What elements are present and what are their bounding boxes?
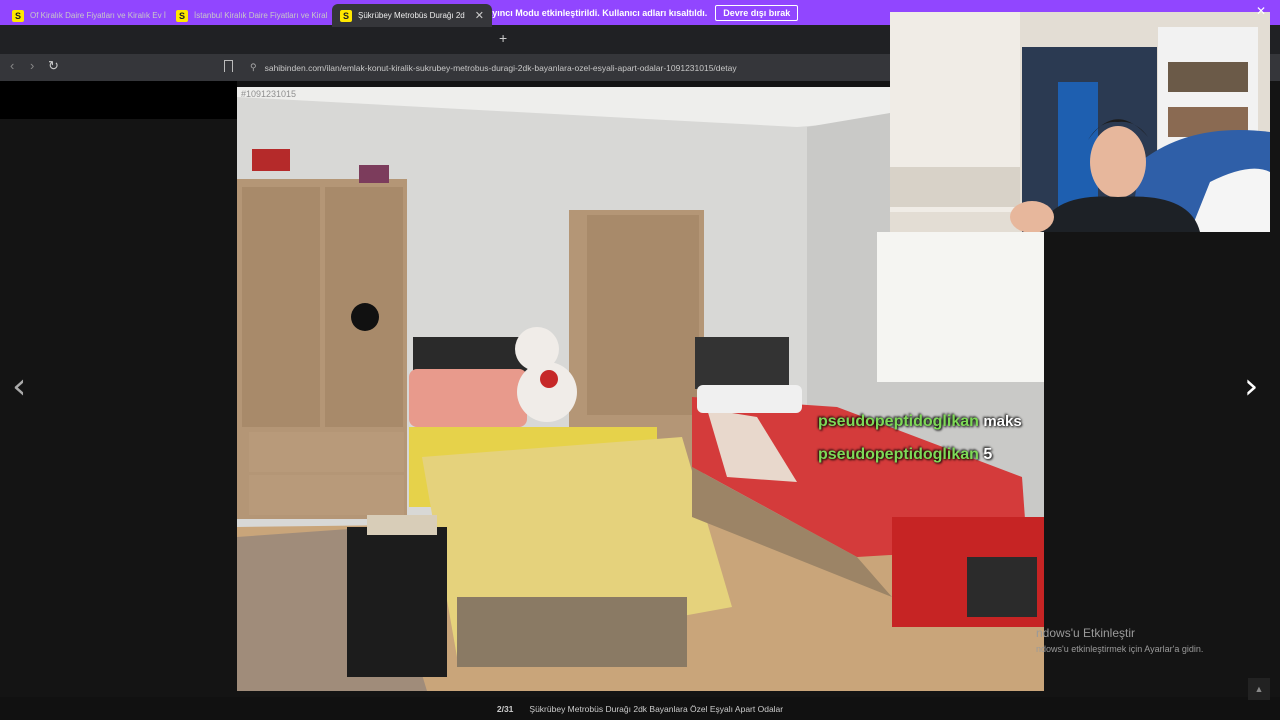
close-tab-icon[interactable]: ✕ (475, 9, 484, 22)
reload-icon[interactable]: ↻ (48, 58, 59, 74)
chat-username: pseudopeptidoglikan (818, 413, 979, 430)
photo-caption: Şükrübey Metrobüs Durağı 2dk Bayanlara Ö… (529, 703, 784, 714)
address-bar[interactable]: ⚲ sahibinden.com/ilan/emlak-konut-kirali… (250, 58, 737, 77)
sahibinden-favicon-icon: S (12, 9, 24, 22)
new-tab-icon[interactable]: + (499, 30, 507, 46)
tab-label: Şükrübey Metrobüs Durağı 2dk B (358, 11, 465, 20)
gallery-caption-bar: 2/31 Şükrübey Metrobüs Durağı 2dk Bayanl… (0, 697, 1280, 720)
windows-activation-watermark: ndows'u Etkinleştir ndows'u etkinleştirm… (1036, 626, 1203, 654)
site-info-icon[interactable]: ⚲ (250, 62, 257, 73)
chat-message: pseudopeptidoglikan 5 (818, 446, 992, 464)
chat-message: pseudopeptidoglikan maks (818, 413, 1022, 431)
url-text: sahibinden.com/ilan/emlak-konut-kiralik-… (264, 62, 737, 73)
chevron-right-icon[interactable]: › (1244, 366, 1258, 407)
tab-istanbul-kiralik[interactable]: S İstanbul Kiralık Daire Fiyatları ve Ki… (168, 4, 328, 27)
watermark-title: ndows'u Etkinleştir (1036, 626, 1135, 640)
bookmark-icon[interactable] (224, 60, 233, 72)
tab-of-kiralik[interactable]: S Of Kiralık Daire Fiyatları ve Kiralık … (4, 4, 166, 27)
back-icon[interactable]: ‹ (10, 58, 14, 73)
scroll-to-top-icon[interactable]: ▲ (1248, 678, 1270, 700)
disable-streamer-mode-button[interactable]: Devre dışı bırak (715, 4, 799, 21)
watermark-subtitle: ndows'u etkinleştirmek için Ayarlar'a gi… (1036, 644, 1204, 654)
tab-label: İstanbul Kiralık Daire Fiyatları ve Kira… (194, 11, 328, 20)
sahibinden-favicon-icon: S (340, 9, 352, 22)
webcam-overlay (890, 12, 1270, 232)
banner-text: Yayıncı Modu etkinleştirildi. Kullanıcı … (481, 7, 708, 18)
chat-text: 5 (983, 446, 993, 463)
webcam-feed-image (890, 12, 1270, 232)
chevron-left-icon[interactable]: ‹ (12, 366, 26, 407)
tab-label: Of Kiralık Daire Fiyatları ve Kiralık Ev… (30, 11, 166, 20)
listing-id: #1091231015 (241, 89, 297, 99)
photo-counter: 2/31 (496, 703, 514, 714)
close-icon[interactable]: ✕ (1256, 4, 1266, 18)
sahibinden-favicon-icon: S (176, 9, 188, 22)
chat-text: maks (983, 413, 1022, 430)
header-strip (0, 81, 237, 119)
forward-icon[interactable]: › (30, 58, 34, 73)
tab-sukrubey-active[interactable]: S Şükrübey Metrobüs Durağı 2dk B ✕ (332, 4, 492, 27)
chat-username: pseudopeptidoglikan (818, 446, 979, 463)
